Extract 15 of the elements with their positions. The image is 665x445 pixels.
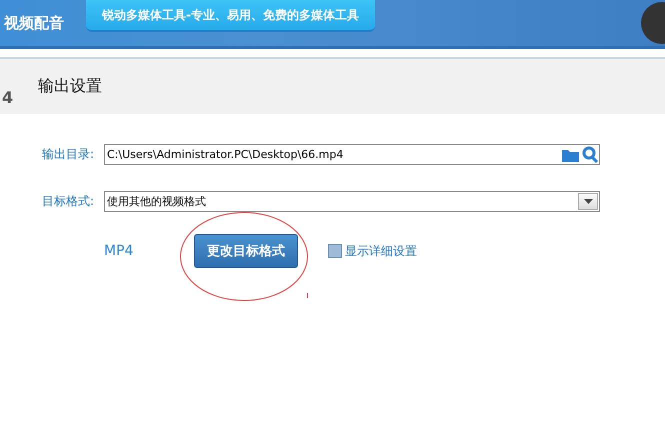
tagline-banner: 锐动多媒体工具-专业、易用、免费的多媒体工具 [86, 0, 375, 32]
annotation-mark [307, 293, 308, 298]
checkbox-label: 显示详细设置 [345, 242, 417, 260]
step-number: 4 [1, 87, 14, 107]
folder-search-icon[interactable] [561, 146, 599, 163]
format-dropdown[interactable]: 使用其他的视频格式 [104, 191, 600, 212]
app-title: 视频配音 [4, 14, 65, 32]
details-checkbox[interactable] [328, 244, 342, 258]
path-field[interactable]: C:\Users\Administrator.PC\Desktop\66.mp4 [104, 144, 600, 165]
format-name: MP4 [104, 243, 134, 259]
field-label: 输出目录: [42, 146, 96, 163]
section-title: 输出设置 [38, 76, 102, 97]
field-label: 目标格式: [42, 193, 96, 210]
dropdown-arrow-icon [584, 199, 592, 204]
change-format-button[interactable]: 更改目标格式 [194, 234, 298, 268]
